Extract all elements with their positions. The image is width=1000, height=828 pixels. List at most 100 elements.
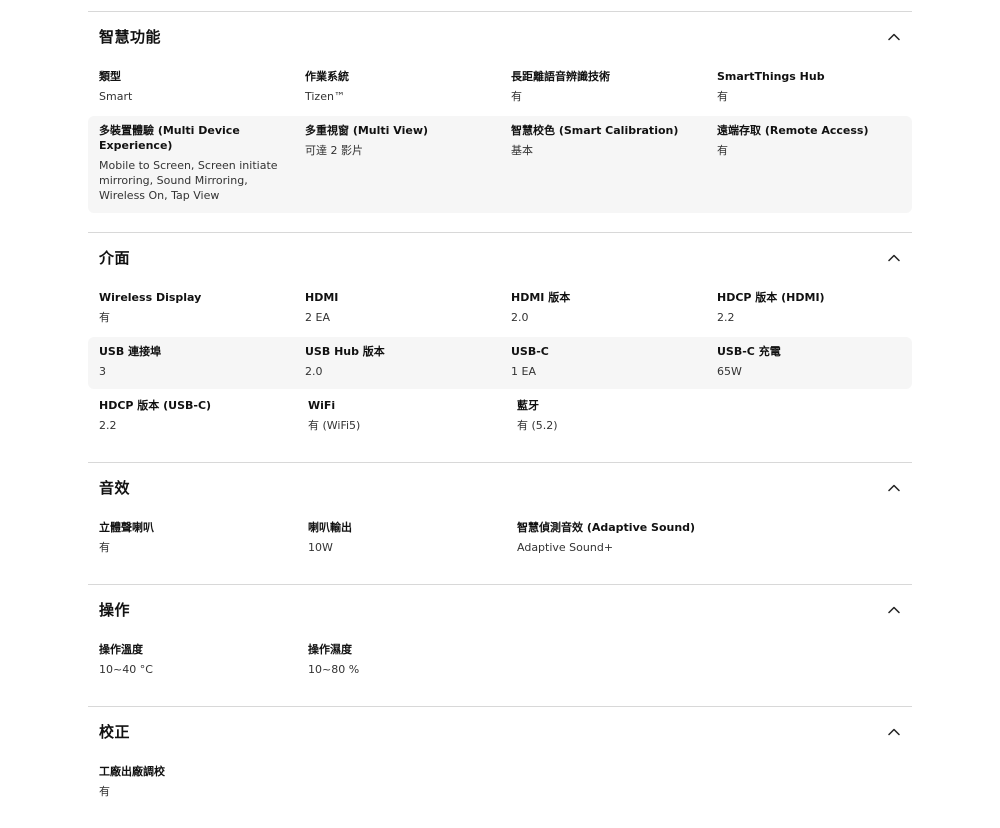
section-title: 介面 (99, 249, 131, 267)
spec-row: HDCP 版本 (USB-C) 2.2 WiFi 有 (WiFi5) 藍牙有 (5.2) (88, 391, 912, 443)
spec-item: 遠端存取 (Remote Access) 有 (706, 123, 912, 203)
spec-label: 類型 (99, 70, 121, 83)
spec-label: 多裝置體驗 (Multi Device Experience) (99, 124, 240, 152)
spec-value: 2.0 (511, 311, 529, 324)
spec-value: 10~80 % (308, 663, 360, 676)
section-header[interactable]: 操作 (88, 585, 912, 635)
section-collapse-button[interactable] (886, 480, 902, 496)
spec-value: Adaptive Sound+ (517, 541, 614, 554)
section-collapse-button[interactable] (886, 250, 902, 266)
spec-label: HDCP 版本 (USB-C) (99, 399, 212, 412)
spec-item: USB 連接埠 3 (88, 344, 294, 379)
spec-label: 操作濕度 (308, 643, 352, 656)
spec-label: HDMI 版本 (511, 291, 571, 304)
spec-value: 有 (99, 311, 110, 324)
chevron-up-icon (888, 606, 900, 614)
section-header[interactable]: 智慧功能 (88, 12, 912, 62)
spec-row: 立體聲喇叭有喇叭輸出 10W 智慧偵測音效 (Adaptive Sound) Adap… (88, 513, 912, 565)
spec-section-smart-features: 智慧功能 類型 Smart 作業系統 Tizen™ 長距離語音辨識技術有 SmartThin… (88, 11, 912, 232)
spec-item: SmartThings Hub 有 (706, 69, 912, 104)
spec-item: 作業系統 Tizen™ (294, 69, 500, 104)
section-header[interactable]: 校正 (88, 707, 912, 757)
spec-item: USB-C 充電 65W (706, 344, 912, 379)
section-title: 智慧功能 (99, 28, 162, 46)
spec-item: HDMI 版本 2.0 (500, 290, 706, 325)
section-title: 音效 (99, 479, 131, 497)
chevron-up-icon (888, 254, 900, 262)
spec-value: 1 EA (511, 365, 536, 378)
spec-value: 2.2 (99, 419, 117, 432)
spec-value: 有 (717, 144, 728, 157)
spec-label: WiFi (308, 399, 336, 412)
spec-value: 有 (511, 90, 522, 103)
spec-item: 類型 Smart (88, 69, 294, 104)
spec-label: SmartThings Hub (717, 70, 825, 83)
spec-page: 智慧功能 類型 Smart 作業系統 Tizen™ 長距離語音辨識技術有 SmartThin… (88, 11, 912, 828)
spec-item: 長距離語音辨識技術有 (500, 69, 706, 104)
spec-item: HDMI 2 EA (294, 290, 500, 325)
spec-label: 作業系統 (305, 70, 349, 83)
spec-item: HDCP 版本 (HDMI) 2.2 (706, 290, 912, 325)
spec-item: 智慧校色 (Smart Calibration) 基本 (500, 123, 706, 203)
chevron-up-icon (888, 728, 900, 736)
spec-item: Wireless Display 有 (88, 290, 294, 325)
spec-section-calibration: 校正工廠出廠調校有 (88, 706, 912, 828)
spec-label: USB 連接埠 (99, 345, 162, 358)
spec-value: 有 (717, 90, 728, 103)
spec-label: 多重視窗 (Multi View) (305, 124, 429, 137)
spec-value: 3 (99, 365, 106, 378)
section-collapse-button[interactable] (886, 29, 902, 45)
section-header[interactable]: 音效 (88, 463, 912, 513)
spec-item: 智慧偵測音效 (Adaptive Sound) Adaptive Sound+ (506, 520, 715, 555)
spec-row: USB 連接埠 3 USB Hub 版本 2.0 USB-C 1 EA USB-C 充電 65… (88, 337, 912, 389)
spec-label: 立體聲喇叭 (99, 521, 154, 534)
spec-label: 喇叭輸出 (308, 521, 352, 534)
spec-label: 智慧校色 (Smart Calibration) (511, 124, 679, 137)
spec-value: 有 (5.2) (517, 419, 558, 432)
spec-label: HDMI (305, 291, 339, 304)
spec-item: HDCP 版本 (USB-C) 2.2 (88, 398, 297, 433)
section-collapse-button[interactable] (886, 602, 902, 618)
spec-value: 2.2 (717, 311, 735, 324)
spec-value: 有 (WiFi5) (308, 419, 361, 432)
section-title: 操作 (99, 601, 131, 619)
chevron-up-icon (888, 33, 900, 41)
spec-item: WiFi 有 (WiFi5) (297, 398, 506, 433)
spec-row: Wireless Display 有 HDMI 2 EA HDMI 版本 2.0 HDCP … (88, 283, 912, 335)
spec-item: USB Hub 版本 2.0 (294, 344, 500, 379)
section-collapse-button[interactable] (886, 724, 902, 740)
spec-value: 2.0 (305, 365, 323, 378)
spec-label: USB Hub 版本 (305, 345, 385, 358)
spec-value: Smart (99, 90, 133, 103)
spec-label: 藍牙 (517, 399, 539, 412)
spec-label: USB-C (511, 345, 549, 358)
spec-label: 工廠出廠調校 (99, 765, 165, 778)
spec-label: 遠端存取 (Remote Access) (717, 124, 869, 137)
spec-label: USB-C 充電 (717, 345, 781, 358)
spec-label: 操作溫度 (99, 643, 143, 656)
spec-value: Tizen™ (305, 90, 345, 103)
section-title: 校正 (99, 723, 131, 741)
spec-item: 工廠出廠調校有 (88, 764, 297, 799)
spec-label: HDCP 版本 (HDMI) (717, 291, 825, 304)
spec-item: 立體聲喇叭有 (88, 520, 297, 555)
spec-label: 智慧偵測音效 (Adaptive Sound) (517, 521, 696, 534)
spec-value: 有 (99, 541, 110, 554)
spec-value: 可達 2 影片 (305, 144, 363, 157)
spec-row: 類型 Smart 作業系統 Tizen™ 長距離語音辨識技術有 SmartThings H… (88, 62, 912, 114)
spec-value: 10W (308, 541, 333, 554)
spec-item: 喇叭輸出 10W (297, 520, 506, 555)
spec-item: 多裝置體驗 (Multi Device Experience) Mobile to… (88, 123, 294, 203)
spec-value: 基本 (511, 144, 533, 157)
spec-value: 65W (717, 365, 742, 378)
spec-row: 操作溫度 10~40 °C 操作濕度 10~80 % (88, 635, 912, 687)
spec-row: 工廠出廠調校有 (88, 757, 912, 809)
spec-value: 10~40 °C (99, 663, 153, 676)
spec-item: USB-C 1 EA (500, 344, 706, 379)
spec-section-audio: 音效 立體聲喇叭有喇叭輸出 10W 智慧偵測音效 (Adaptive Sound) Ad… (88, 462, 912, 584)
spec-row: 多裝置體驗 (Multi Device Experience) Mobile to… (88, 116, 912, 213)
section-header[interactable]: 介面 (88, 233, 912, 283)
